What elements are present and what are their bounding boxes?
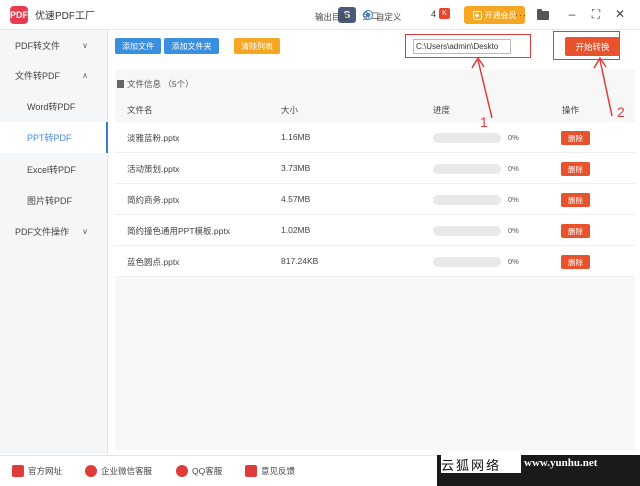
points-count: 4 [431,9,437,19]
delete-button[interactable]: 删除 [561,131,590,145]
browse-dots-button[interactable]: ··· [515,10,527,20]
close-icon[interactable]: ✕ [612,6,628,22]
progress-bar [433,257,501,267]
table-header [115,100,635,120]
footer-wechat-service[interactable]: 企业微信客服 [85,465,152,477]
document-icon [117,80,124,88]
maximize-icon[interactable]: ⛶ [588,6,604,22]
delete-button[interactable]: 删除 [561,193,590,207]
footer-link-label: 官方网址 [28,466,63,476]
footer-official-site[interactable]: 官方网址 [12,465,62,477]
footer-link-label: 意见反馈 [261,466,296,476]
file-size: 817.24KB [281,256,319,266]
footer-link-label: 企业微信客服 [101,466,153,476]
header-filename: 文件名 [127,105,153,115]
folder-icon[interactable] [537,9,549,20]
header-progress: 进度 [433,105,451,115]
chevron-down-icon: ∨ [82,227,88,236]
sidebar-item-label: 图片转PDF [27,196,73,206]
points-badge-icon: K [439,8,450,19]
file-size: 3.73MB [281,163,311,173]
annotation-number-2: 2 [617,104,625,120]
footer-qq-service[interactable]: QQ客服 [176,465,222,477]
clear-list-button[interactable]: 清除列表 [234,38,280,54]
sidebar-item-label: Word转PDF [27,102,76,112]
feedback-icon [245,465,257,477]
file-name: 淡雅蓝粉.pptx [127,133,180,143]
header-action: 操作 [562,105,580,115]
progress-percent: 0% [508,226,519,235]
vip-label: 开通会员 [484,10,517,20]
progress-bar [433,195,501,205]
watermark-url: www.yunhu.net [524,457,598,469]
output-dir-label: 输出目录: [315,12,352,22]
table-row[interactable]: 活动策划.pptx 3.73MB 0% 删除 [115,153,635,184]
sidebar-item-label: 文件转PDF [15,71,61,81]
app-logo: PDF [10,5,28,24]
file-size: 1.02MB [281,225,311,235]
website-icon [12,465,24,477]
progress-bar [433,226,501,236]
progress-bar [433,133,501,143]
watermark-cn: 云狐网络 [441,455,521,474]
progress-percent: 0% [508,164,519,173]
sidebar-item-label: PDF文件操作 [15,227,70,237]
chat-icon [85,465,97,477]
progress-percent: 0% [508,133,519,142]
progress-percent: 0% [508,257,519,266]
file-size: 1.16MB [281,132,311,142]
delete-button[interactable]: 删除 [561,255,590,269]
panel-title: 文件信息 （5个） [117,78,194,90]
output-path-input[interactable] [413,39,511,54]
file-table: 淡雅蓝粉.pptx 1.16MB 0% 删除 活动策划.pptx 3.73MB … [115,122,635,277]
minimize-icon[interactable]: – [564,6,580,22]
sidebar-item-ppt-to-pdf[interactable]: PPT转PDF [0,122,108,153]
file-size: 4.57MB [281,194,311,204]
progress-bar [433,164,501,174]
sidebar-item-pdf-operations[interactable]: PDF文件操作 ∨ [0,216,108,247]
table-row[interactable]: 简约撞色通用PPT模板.pptx 1.02MB 0% 删除 [115,215,635,246]
table-row[interactable]: 蓝色圆点.pptx 817.24KB 0% 删除 [115,246,635,277]
footer-feedback[interactable]: 意见反馈 [245,465,295,477]
footer-link-label: QQ客服 [192,466,223,476]
chevron-up-icon: ∧ [82,71,88,80]
sidebar-item-pdf-to-file[interactable]: PDF转文件 ∨ [0,30,108,61]
sidebar-item-word-to-pdf[interactable]: Word转PDF [0,91,108,122]
sidebar-item-excel-to-pdf[interactable]: Excel转PDF [0,154,108,185]
file-name: 简约商务.pptx [127,195,180,205]
delete-button[interactable]: 删除 [561,162,590,176]
vip-icon: ◆ [472,10,482,20]
path-highlight-frame [405,34,531,58]
chevron-down-icon: ∨ [82,41,88,50]
progress-percent: 0% [508,195,519,204]
custom-radio-label[interactable]: 自定义 [376,11,402,23]
sidebar-item-label: Excel转PDF [27,165,77,175]
delete-button[interactable]: 删除 [561,224,590,238]
sidebar-item-file-to-pdf[interactable]: 文件转PDF ∧ [0,60,108,91]
annotation-number-1: 1 [480,114,488,130]
start-convert-button[interactable]: 开始转换 [565,37,620,56]
sidebar-item-label: PPT转PDF [27,133,72,143]
file-name: 活动策划.pptx [127,164,180,174]
add-folder-button[interactable]: 添加文件夹 [164,38,219,54]
sidebar-item-label: PDF转文件 [15,41,61,51]
panel-title-text: 文件信息 （5个） [127,79,194,89]
file-name: 蓝色圆点.pptx [127,257,180,267]
add-file-button[interactable]: 添加文件 [115,38,161,54]
table-row[interactable]: 淡雅蓝粉.pptx 1.16MB 0% 删除 [115,122,635,153]
sidebar-item-image-to-pdf[interactable]: 图片转PDF [0,185,108,216]
qq-icon [176,465,188,477]
custom-radio[interactable] [363,10,373,20]
file-name: 简约撞色通用PPT模板.pptx [127,226,230,236]
table-row[interactable]: 简约商务.pptx 4.57MB 0% 删除 [115,184,635,215]
app-title: 优速PDF工厂 [35,11,95,22]
header-size: 大小 [281,105,299,115]
